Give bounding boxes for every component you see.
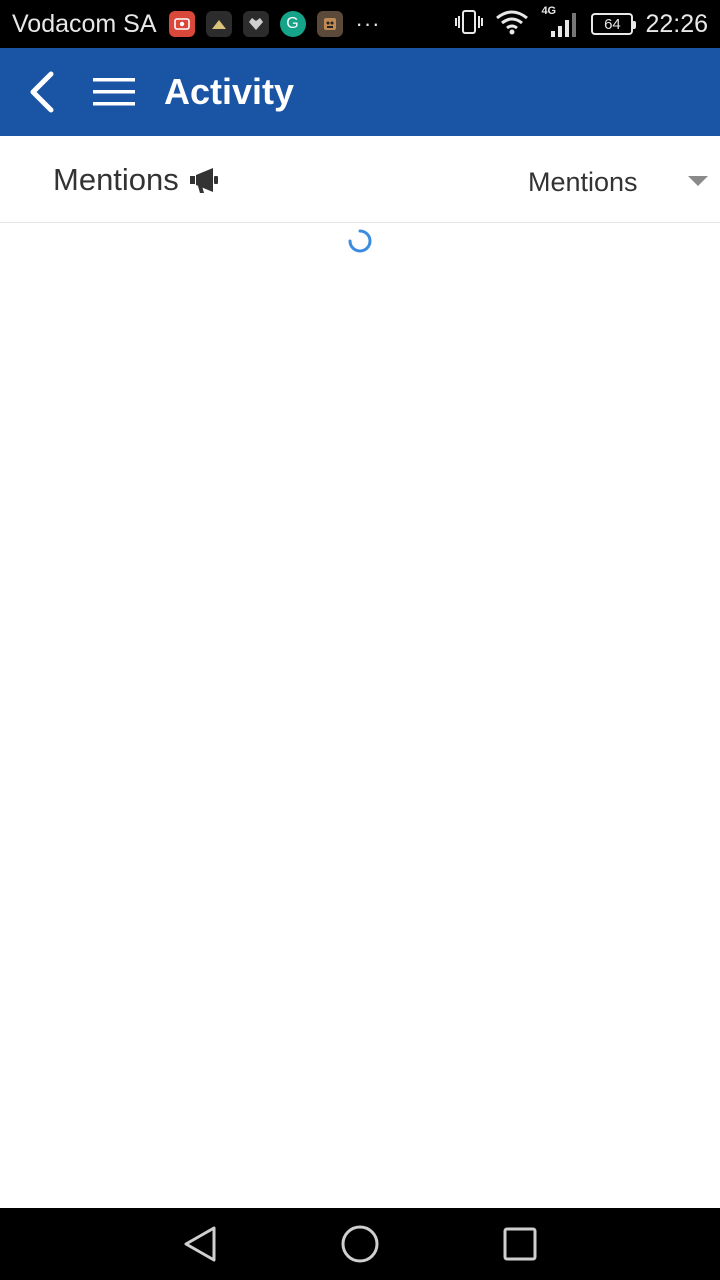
app-bar: Activity [0, 48, 720, 136]
system-nav-bar [0, 1208, 720, 1280]
more-notifications-indicator: ··· [355, 11, 381, 36]
vibrate-icon [455, 9, 484, 40]
hamburger-menu-icon [93, 78, 135, 106]
app-notification-icon [205, 11, 232, 37]
nav-recents-button[interactable] [500, 1224, 540, 1264]
clock: 22:26 [645, 9, 708, 38]
menu-button[interactable] [82, 48, 146, 136]
section-title-label: Mentions [53, 162, 179, 197]
grammarly-icon: G [279, 11, 306, 37]
filter-dropdown[interactable]: Mentions [528, 162, 720, 202]
megaphone-icon [189, 168, 218, 193]
cellular-signal-icon: 4G [541, 5, 579, 39]
carrier-label: Vodacom SA [12, 9, 157, 38]
caret-down-icon [688, 176, 708, 186]
wifi-icon [495, 9, 529, 40]
section-heading: Mentions [53, 162, 221, 198]
back-button[interactable] [10, 48, 74, 136]
chevron-left-icon [30, 71, 54, 113]
app-notification-icon [242, 11, 269, 37]
page-title: Activity [164, 71, 295, 112]
status-indicators: 4G 64 22:26 [455, 5, 708, 40]
dropdown-selected-value: Mentions [528, 166, 638, 197]
nav-back-button[interactable] [180, 1224, 220, 1264]
loading-spinner-icon [348, 229, 372, 253]
screen: Vodacom SA G ··· 4G 64 22:26 Activity Me… [0, 0, 720, 1280]
back-triangle-icon [184, 1226, 216, 1262]
battery-indicator: 64 [591, 13, 637, 35]
nav-home-button[interactable] [340, 1224, 380, 1264]
screen-recorder-icon [168, 11, 195, 37]
game-notification-icon [316, 11, 343, 37]
notification-icons: G ··· [168, 11, 381, 37]
status-bar: Vodacom SA G ··· 4G 64 22:26 [0, 0, 720, 48]
filter-row: Mentions Mentions [0, 136, 720, 223]
recents-square-icon [503, 1227, 537, 1261]
home-circle-icon [341, 1225, 379, 1263]
